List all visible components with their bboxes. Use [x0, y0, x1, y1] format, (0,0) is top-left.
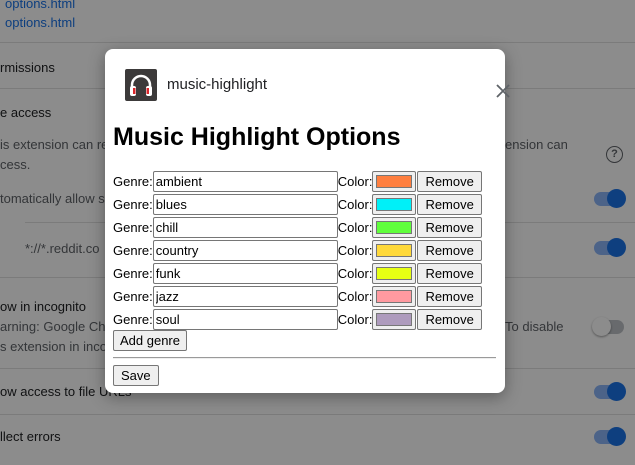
remove-button[interactable]: Remove	[417, 217, 482, 238]
genre-row: Genre: Color: Remove	[113, 262, 503, 285]
color-picker[interactable]	[372, 194, 417, 215]
genre-row: Genre: Color: Remove	[113, 216, 503, 239]
color-label: Color:	[337, 289, 373, 304]
color-swatch	[376, 175, 413, 188]
extension-name: music-highlight	[167, 76, 268, 93]
genre-row: Genre: Color: Remove	[113, 170, 503, 193]
color-picker[interactable]	[372, 263, 417, 284]
genre-list: Genre:Color:RemoveGenre:Color:RemoveGenr…	[113, 170, 503, 331]
genre-label: Genre:	[113, 220, 153, 235]
color-swatch	[376, 244, 413, 257]
genre-row: Genre: Color: Remove	[113, 308, 503, 331]
genre-name-input[interactable]	[152, 217, 338, 238]
genre-name-input[interactable]	[152, 171, 338, 192]
close-icon[interactable]	[495, 83, 511, 99]
color-label: Color:	[337, 243, 373, 258]
color-swatch	[376, 290, 413, 303]
genre-name-input[interactable]	[152, 286, 338, 307]
save-button[interactable]: Save	[113, 365, 159, 386]
genre-label: Genre:	[113, 289, 153, 304]
color-picker[interactable]	[372, 217, 417, 238]
genre-label: Genre:	[113, 266, 153, 281]
genre-label: Genre:	[113, 312, 153, 327]
color-picker[interactable]	[372, 309, 417, 330]
color-label: Color:	[337, 220, 373, 235]
add-genre-button[interactable]: Add genre	[113, 330, 187, 351]
remove-button[interactable]: Remove	[417, 194, 482, 215]
remove-button[interactable]: Remove	[417, 309, 482, 330]
remove-button[interactable]: Remove	[417, 240, 482, 261]
color-label: Color:	[337, 174, 373, 189]
genre-name-input[interactable]	[152, 240, 338, 261]
remove-button[interactable]: Remove	[417, 286, 482, 307]
color-picker[interactable]	[372, 286, 417, 307]
options-dialog: music-highlight Music Highlight Options …	[105, 49, 510, 393]
color-swatch	[376, 221, 413, 234]
color-swatch	[376, 267, 413, 280]
genre-name-input[interactable]	[152, 194, 338, 215]
genre-label: Genre:	[113, 243, 153, 258]
genre-label: Genre:	[113, 174, 153, 189]
genre-row: Genre: Color: Remove	[113, 193, 503, 216]
dialog-header: music-highlight	[125, 69, 510, 101]
color-label: Color:	[337, 312, 373, 327]
genre-name-input[interactable]	[152, 263, 338, 284]
separator	[113, 357, 496, 359]
color-label: Color:	[337, 197, 373, 212]
color-swatch	[376, 313, 413, 326]
genre-row: Genre: Color: Remove	[113, 285, 503, 308]
color-label: Color:	[337, 266, 373, 281]
page-title: Music Highlight Options	[113, 123, 401, 151]
headphones-icon	[125, 69, 157, 101]
color-picker[interactable]	[372, 171, 417, 192]
remove-button[interactable]: Remove	[417, 263, 482, 284]
genre-label: Genre:	[113, 197, 153, 212]
color-picker[interactable]	[372, 240, 417, 261]
genre-row: Genre: Color: Remove	[113, 239, 503, 262]
color-swatch	[376, 198, 413, 211]
genre-name-input[interactable]	[152, 309, 338, 330]
remove-button[interactable]: Remove	[417, 171, 482, 192]
